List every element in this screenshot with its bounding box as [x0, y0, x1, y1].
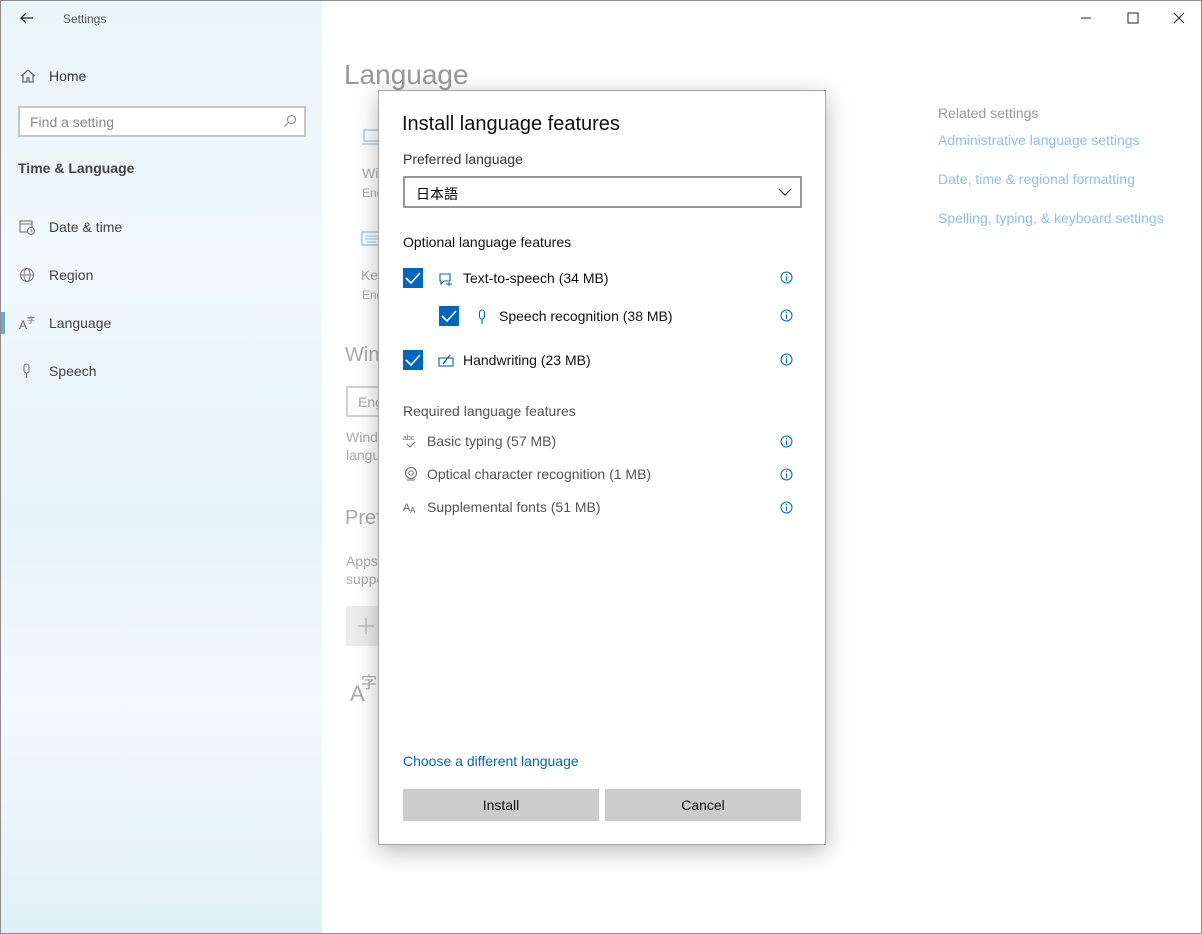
handwriting-checkbox[interactable] [403, 350, 423, 370]
info-icon[interactable] [780, 353, 793, 366]
maximize-icon [1127, 12, 1139, 24]
info-icon[interactable] [780, 501, 793, 514]
cancel-button[interactable]: Cancel [605, 789, 801, 821]
required-row-basic-typing: abc Basic typing (57 MB) [403, 431, 803, 453]
app-title: Settings [63, 12, 107, 26]
sidebar-item-label: Speech [49, 363, 97, 379]
feature-label: Basic typing (57 MB) [427, 433, 557, 449]
close-icon [1173, 12, 1185, 24]
bg-heading: Win [345, 344, 380, 366]
text-to-speech-checkbox[interactable] [403, 268, 423, 288]
plus-icon [358, 618, 374, 634]
svg-text:abc: abc [403, 435, 415, 442]
choose-different-language-link[interactable]: Choose a different language [403, 753, 579, 769]
sidebar: Settings Home Time & Language Date & tim… [1, 1, 322, 933]
bg-text: Wi [362, 165, 379, 181]
date-time-regional-link[interactable]: Date, time & regional formatting [938, 171, 1135, 187]
info-icon[interactable] [780, 309, 793, 322]
handwriting-icon [438, 354, 454, 367]
globe-icon [19, 267, 35, 283]
spellcheck-icon: abc [403, 435, 416, 448]
checkmark-icon [405, 272, 421, 285]
minimize-icon [1081, 17, 1091, 19]
feature-label: Text-to-speech (34 MB) [463, 270, 609, 286]
sidebar-item-region[interactable]: Region [1, 260, 322, 290]
home-icon [20, 69, 36, 83]
sidebar-item-date-time[interactable]: Date & time [1, 212, 322, 242]
install-language-features-dialog: Install language features Preferred lang… [378, 90, 826, 845]
sidebar-item-label: Date & time [49, 219, 123, 235]
sidebar-item-label: Region [49, 267, 94, 283]
sidebar-item-label: Language [49, 315, 112, 331]
fonts-icon: AA [403, 502, 416, 515]
dropdown-value: 日本語 [416, 187, 458, 203]
sidebar-item-speech[interactable]: Speech [1, 356, 322, 386]
maximize-button[interactable] [1110, 5, 1156, 31]
speech-recognition-checkbox[interactable] [439, 306, 459, 326]
info-icon[interactable] [780, 468, 793, 481]
feature-label: Optical character recognition (1 MB) [427, 466, 652, 482]
feature-label: Handwriting (23 MB) [463, 352, 591, 368]
bg-text: Wind [346, 429, 378, 445]
home-label: Home [49, 68, 87, 84]
text-to-speech-icon [439, 273, 452, 286]
info-icon[interactable] [780, 435, 793, 448]
page-title: Language [344, 59, 469, 90]
search-input[interactable] [20, 108, 260, 135]
info-icon[interactable] [780, 271, 793, 284]
back-arrow-icon [20, 12, 33, 24]
minimize-button[interactable] [1063, 5, 1109, 31]
preferred-language-label: Preferred language [403, 151, 523, 167]
camera-icon [405, 467, 417, 481]
sidebar-item-language[interactable]: A字 Language [1, 308, 322, 338]
search-box[interactable] [18, 106, 306, 137]
bg-text: langu [346, 447, 381, 463]
microphone-icon [478, 309, 486, 324]
feature-row-text-to-speech: Text-to-speech (34 MB) [403, 268, 803, 292]
admin-language-settings-link[interactable]: Administrative language settings [938, 132, 1140, 148]
spelling-typing-keyboard-link[interactable]: Spelling, typing, & keyboard settings [938, 210, 1164, 226]
language-icon: A字 [19, 315, 35, 332]
required-row-supplemental-fonts: AA Supplemental fonts (51 MB) [403, 497, 803, 519]
svg-text:字: 字 [27, 315, 35, 325]
checkmark-icon [441, 310, 457, 323]
selection-indicator [1, 312, 5, 334]
related-settings-heading: Related settings [938, 105, 1039, 121]
required-features-heading: Required language features [403, 403, 576, 419]
close-button[interactable] [1156, 5, 1201, 31]
settings-window: Settings Home Time & Language Date & tim… [0, 0, 1202, 934]
checkmark-icon [405, 354, 421, 367]
microphone-icon [23, 363, 30, 378]
feature-row-speech-recognition: Speech recognition (38 MB) [439, 306, 803, 330]
chevron-down-icon [778, 188, 792, 196]
svg-text:A: A [410, 506, 416, 515]
search-icon [284, 114, 297, 127]
back-button[interactable] [15, 7, 39, 29]
feature-label: Speech recognition (38 MB) [499, 308, 673, 324]
svg-text:A: A [19, 318, 27, 332]
calendar-clock-icon [19, 220, 35, 235]
bg-heading: Pref [345, 507, 382, 529]
feature-label: Supplemental fonts (51 MB) [427, 499, 601, 515]
feature-row-handwriting: Handwriting (23 MB) [403, 350, 803, 374]
required-row-ocr: Optical character recognition (1 MB) [403, 464, 803, 486]
bg-text: Apps [346, 553, 378, 569]
preferred-language-dropdown[interactable]: 日本語 [403, 176, 802, 208]
dialog-title: Install language features [402, 113, 620, 135]
install-button[interactable]: Install [403, 789, 599, 821]
bg-language-glyph: 字 [361, 673, 378, 692]
section-title: Time & Language [18, 160, 135, 176]
optional-features-heading: Optional language features [403, 234, 572, 250]
